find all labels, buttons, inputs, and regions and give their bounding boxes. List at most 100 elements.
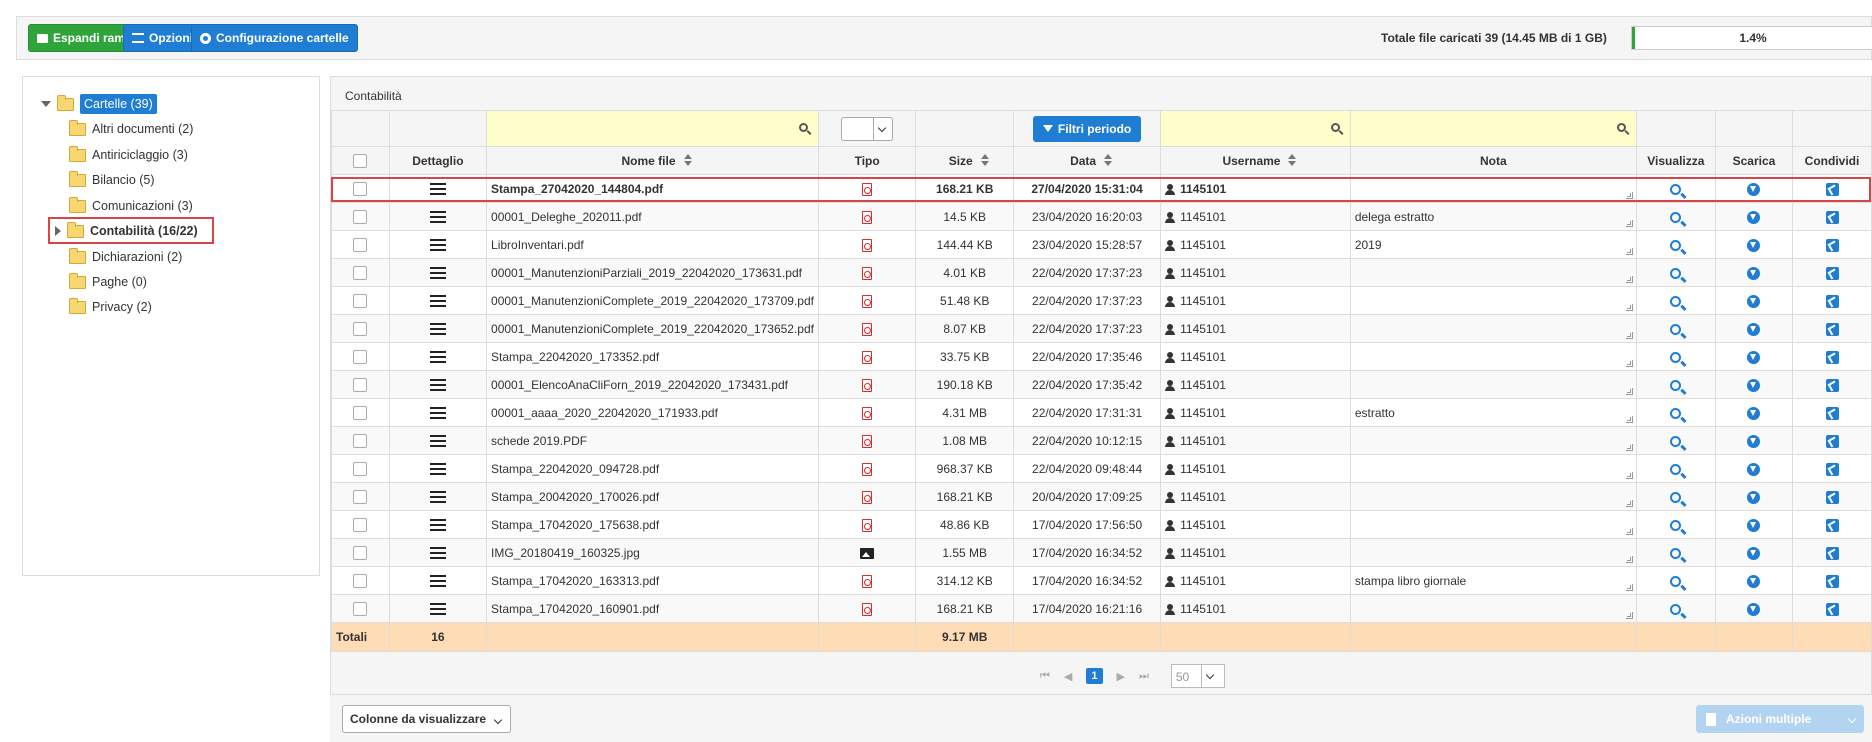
tree-item-altri-documenti[interactable]: Altri documenti (2) bbox=[69, 118, 193, 140]
resize-handle-icon[interactable] bbox=[1625, 556, 1633, 563]
view-icon[interactable] bbox=[1670, 575, 1682, 587]
table-row[interactable]: 00001_Deleghe_202011.pdf 14.5 KB 23/04/202… bbox=[331, 202, 1872, 231]
details-menu-icon[interactable] bbox=[429, 183, 446, 196]
nota-field[interactable] bbox=[1349, 314, 1637, 343]
period-filter-button[interactable]: Filtri periodo bbox=[1032, 115, 1142, 142]
resize-handle-icon[interactable] bbox=[1625, 416, 1633, 423]
row-checkbox[interactable] bbox=[353, 349, 368, 364]
column-header-username[interactable]: Username bbox=[1160, 146, 1351, 175]
resize-handle-icon[interactable] bbox=[1625, 500, 1633, 507]
current-page-button[interactable]: 1 bbox=[1086, 668, 1103, 684]
view-icon[interactable] bbox=[1670, 379, 1682, 391]
nota-field[interactable] bbox=[1349, 174, 1637, 203]
row-checkbox[interactable] bbox=[353, 433, 368, 448]
view-icon[interactable] bbox=[1670, 183, 1682, 195]
type-filter-select[interactable] bbox=[841, 116, 894, 141]
row-checkbox[interactable] bbox=[353, 405, 368, 420]
share-icon[interactable] bbox=[1825, 238, 1839, 252]
resize-handle-icon[interactable] bbox=[1625, 248, 1633, 255]
download-icon[interactable] bbox=[1747, 574, 1761, 588]
nota-field[interactable] bbox=[1349, 286, 1637, 315]
view-icon[interactable] bbox=[1670, 519, 1682, 531]
details-menu-icon[interactable] bbox=[429, 323, 446, 336]
download-icon[interactable] bbox=[1747, 490, 1761, 504]
share-icon[interactable] bbox=[1825, 546, 1839, 560]
tree-item-antiriciclaggio[interactable]: Antiriciclaggio (3) bbox=[69, 144, 188, 166]
view-icon[interactable] bbox=[1670, 267, 1682, 279]
resize-handle-icon[interactable] bbox=[1625, 332, 1633, 339]
table-row[interactable]: 00001_ManutenzioniComplete_2019_22042020… bbox=[331, 286, 1872, 315]
table-row[interactable]: 00001_aaaa_2020_22042020_171933.pdf 4.31 … bbox=[331, 398, 1872, 427]
column-header-nome-file[interactable]: Nome file bbox=[486, 146, 819, 175]
row-checkbox[interactable] bbox=[353, 517, 368, 532]
next-page-icon[interactable]: ▶ bbox=[1117, 670, 1125, 683]
view-icon[interactable] bbox=[1670, 407, 1682, 419]
download-icon[interactable] bbox=[1747, 434, 1761, 448]
nota-field[interactable]: 2019 bbox=[1349, 230, 1637, 259]
nota-filter-input[interactable] bbox=[1349, 110, 1637, 147]
download-icon[interactable] bbox=[1747, 406, 1761, 420]
tree-item-dichiarazioni[interactable]: Dichiarazioni (2) bbox=[69, 246, 182, 268]
details-menu-icon[interactable] bbox=[429, 295, 446, 308]
columns-to-show-button[interactable]: Colonne da visualizzare bbox=[342, 705, 512, 733]
row-checkbox[interactable] bbox=[353, 377, 368, 392]
download-icon[interactable] bbox=[1747, 462, 1761, 476]
details-menu-icon[interactable] bbox=[429, 603, 446, 616]
nota-field[interactable] bbox=[1349, 370, 1637, 399]
view-icon[interactable] bbox=[1670, 435, 1682, 447]
resize-handle-icon[interactable] bbox=[1625, 388, 1633, 395]
nota-field[interactable] bbox=[1349, 594, 1637, 623]
details-menu-icon[interactable] bbox=[429, 435, 446, 448]
details-menu-icon[interactable] bbox=[429, 491, 446, 504]
row-checkbox[interactable] bbox=[353, 293, 368, 308]
download-icon[interactable] bbox=[1747, 294, 1761, 308]
row-checkbox[interactable] bbox=[353, 545, 368, 560]
row-checkbox[interactable] bbox=[353, 601, 368, 616]
table-row[interactable]: schede 2019.PDF 1.08 MB 22/04/2020 10:12:1… bbox=[331, 426, 1872, 455]
tree-item-paghe[interactable]: Paghe (0) bbox=[69, 271, 147, 293]
filename-filter-input[interactable] bbox=[486, 110, 819, 147]
folder-config-button[interactable]: Configurazione cartelle bbox=[191, 24, 358, 52]
tree-root-label[interactable]: Cartelle (39) bbox=[80, 94, 157, 114]
resize-handle-icon[interactable] bbox=[1625, 472, 1633, 479]
details-menu-icon[interactable] bbox=[429, 211, 446, 224]
nota-field[interactable] bbox=[1349, 258, 1637, 287]
resize-handle-icon[interactable] bbox=[1625, 612, 1633, 619]
table-row[interactable]: Stampa_22042020_173352.pdf 33.75 KB 22/04/… bbox=[331, 342, 1872, 371]
nota-field[interactable] bbox=[1349, 426, 1637, 455]
nota-field[interactable] bbox=[1349, 510, 1637, 539]
column-header-data[interactable]: Data bbox=[1013, 146, 1162, 175]
expand-branches-button[interactable]: Espandi rami bbox=[28, 24, 138, 52]
resize-handle-icon[interactable] bbox=[1625, 304, 1633, 311]
row-checkbox[interactable] bbox=[353, 209, 368, 224]
table-row[interactable]: 00001_ElencoAnaCliForn_2019_22042020_173… bbox=[331, 370, 1872, 399]
nota-field[interactable]: estratto bbox=[1349, 398, 1637, 427]
resize-handle-icon[interactable] bbox=[1625, 192, 1633, 199]
view-icon[interactable] bbox=[1670, 351, 1682, 363]
resize-handle-icon[interactable] bbox=[1625, 360, 1633, 367]
resize-handle-icon[interactable] bbox=[1625, 276, 1633, 283]
row-checkbox[interactable] bbox=[353, 237, 368, 252]
download-icon[interactable] bbox=[1747, 378, 1761, 392]
resize-handle-icon[interactable] bbox=[1625, 220, 1633, 227]
table-row[interactable]: 00001_ManutenzioniComplete_2019_22042020… bbox=[331, 314, 1872, 343]
resize-handle-icon[interactable] bbox=[1625, 584, 1633, 591]
share-icon[interactable] bbox=[1825, 462, 1839, 476]
details-menu-icon[interactable] bbox=[429, 239, 446, 252]
download-icon[interactable] bbox=[1747, 322, 1761, 336]
tree-item-comunicazioni[interactable]: Comunicazioni (3) bbox=[69, 195, 193, 217]
table-row[interactable]: Stampa_17042020_175638.pdf 48.86 KB 17/04/… bbox=[331, 510, 1872, 539]
tree-item-bilancio[interactable]: Bilancio (5) bbox=[69, 169, 155, 191]
view-icon[interactable] bbox=[1670, 491, 1682, 503]
row-checkbox[interactable] bbox=[353, 461, 368, 476]
download-icon[interactable] bbox=[1747, 238, 1761, 252]
resize-handle-icon[interactable] bbox=[1625, 528, 1633, 535]
share-icon[interactable] bbox=[1825, 210, 1839, 224]
table-row[interactable]: 00001_ManutenzioniParziali_2019_22042020… bbox=[331, 258, 1872, 287]
details-menu-icon[interactable] bbox=[429, 519, 446, 532]
share-icon[interactable] bbox=[1825, 574, 1839, 588]
share-icon[interactable] bbox=[1825, 378, 1839, 392]
table-row[interactable]: Stampa_17042020_160901.pdf 168.21 KB 17/04… bbox=[331, 594, 1872, 623]
share-icon[interactable] bbox=[1825, 602, 1839, 616]
share-icon[interactable] bbox=[1825, 518, 1839, 532]
